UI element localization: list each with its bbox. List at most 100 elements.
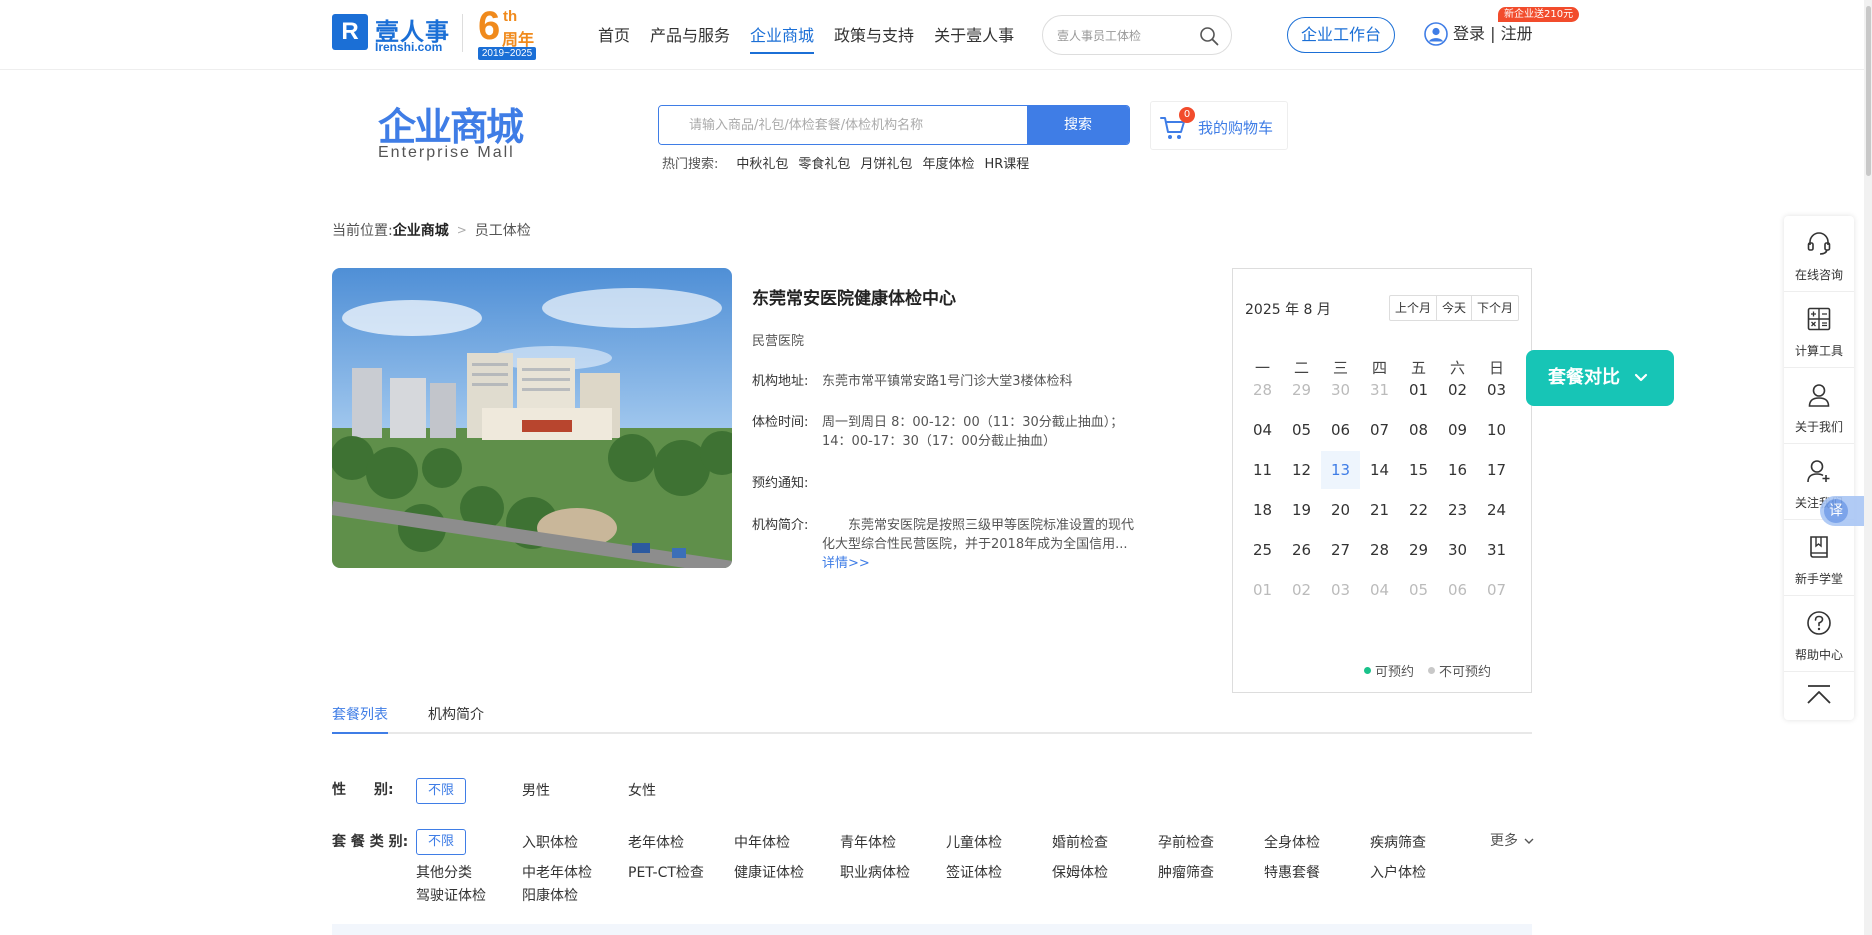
hot-search-item[interactable]: 年度体检 — [922, 156, 974, 174]
calendar-day[interactable]: 07 — [1477, 571, 1516, 609]
category-option[interactable]: 驾驶证体检 — [416, 885, 486, 905]
logo-mark[interactable]: R — [332, 14, 368, 50]
back-to-top-icon[interactable] — [1784, 672, 1854, 720]
category-option[interactable]: 中年体检 — [734, 832, 790, 852]
calendar-day[interactable]: 06 — [1438, 571, 1477, 609]
category-option[interactable]: 特惠套餐 — [1264, 862, 1320, 882]
calendar-day[interactable]: 12 — [1282, 451, 1321, 489]
translate-button[interactable]: 译 — [1820, 496, 1864, 526]
workbench-button[interactable]: 企业工作台 — [1287, 17, 1395, 53]
gender-option-any[interactable]: 不限 — [416, 778, 466, 804]
calendar-day[interactable]: 02 — [1438, 371, 1477, 409]
nav-item-mall[interactable]: 企业商城 — [750, 24, 815, 54]
gender-option-female[interactable]: 女性 — [628, 780, 656, 800]
calendar-day[interactable]: 05 — [1399, 571, 1438, 609]
nav-item-home[interactable]: 首页 — [598, 24, 630, 48]
calendar-day[interactable]: 17 — [1477, 451, 1516, 489]
category-option[interactable]: 青年体检 — [840, 832, 896, 852]
sidebar-item-about-us[interactable]: 关于我们 — [1784, 368, 1854, 444]
calendar-day[interactable]: 11 — [1243, 451, 1282, 489]
search-icon[interactable] — [1199, 26, 1219, 46]
calendar-day[interactable]: 02 — [1282, 571, 1321, 609]
nav-item-about[interactable]: 关于壹人事 — [934, 24, 1014, 48]
calendar-day[interactable]: 01 — [1399, 371, 1438, 409]
calendar-day[interactable]: 04 — [1243, 411, 1282, 449]
calendar-day[interactable]: 19 — [1282, 491, 1321, 529]
category-option[interactable]: 儿童体检 — [946, 832, 1002, 852]
login-register-link[interactable]: 登录 | 注册 — [1453, 22, 1533, 46]
calendar-day[interactable]: 01 — [1243, 571, 1282, 609]
calendar-day[interactable]: 24 — [1477, 491, 1516, 529]
calendar-day[interactable]: 05 — [1282, 411, 1321, 449]
calendar-day[interactable]: 23 — [1438, 491, 1477, 529]
category-option[interactable]: 健康证体检 — [734, 862, 804, 882]
sidebar-item-calculator[interactable]: 计算工具 — [1784, 292, 1854, 368]
calendar-day[interactable]: 30 — [1321, 371, 1360, 409]
calendar-day[interactable]: 03 — [1477, 371, 1516, 409]
hot-search-item[interactable]: 月饼礼包 — [860, 156, 912, 174]
category-option[interactable]: 保姆体检 — [1052, 862, 1108, 882]
scrollbar-thumb[interactable] — [1866, 6, 1871, 176]
calendar-day[interactable]: 18 — [1243, 491, 1282, 529]
tab-package-list[interactable]: 套餐列表 — [332, 704, 388, 734]
category-option[interactable]: 中老年体检 — [522, 862, 592, 882]
category-option[interactable]: 肿瘤筛查 — [1158, 862, 1214, 882]
category-option-any[interactable]: 不限 — [416, 829, 466, 855]
calendar-day[interactable]: 25 — [1243, 531, 1282, 569]
category-option[interactable]: 婚前检查 — [1052, 832, 1108, 852]
nav-item-products[interactable]: 产品与服务 — [650, 24, 730, 48]
calendar-day[interactable]: 29 — [1282, 371, 1321, 409]
category-option[interactable]: 疾病筛查 — [1370, 832, 1426, 852]
more-categories-button[interactable]: 更多 — [1490, 830, 1534, 850]
calendar-day[interactable]: 09 — [1438, 411, 1477, 449]
hot-search-item[interactable]: HR课程 — [984, 156, 1029, 174]
next-month-button[interactable]: 下个月 — [1470, 296, 1518, 320]
sidebar-item-online-consult[interactable]: 在线咨询 — [1784, 216, 1854, 292]
calendar-day[interactable]: 06 — [1321, 411, 1360, 449]
calendar-day[interactable]: 20 — [1321, 491, 1360, 529]
category-option[interactable]: 其他分类 — [416, 862, 472, 882]
sidebar-item-beginner-school[interactable]: 新手学堂 — [1784, 520, 1854, 596]
calendar-day[interactable]: 22 — [1399, 491, 1438, 529]
calendar-day[interactable]: 08 — [1399, 411, 1438, 449]
category-option[interactable]: 入职体检 — [522, 832, 578, 852]
calendar-day[interactable]: 30 — [1438, 531, 1477, 569]
category-option[interactable]: 老年体检 — [628, 832, 684, 852]
top-search-input[interactable] — [1057, 26, 1197, 46]
calendar-day[interactable]: 31 — [1477, 531, 1516, 569]
calendar-day[interactable]: 21 — [1360, 491, 1399, 529]
category-option[interactable]: 全身体检 — [1264, 832, 1320, 852]
calendar-day[interactable]: 13 — [1321, 451, 1360, 489]
calendar-day[interactable]: 28 — [1243, 371, 1282, 409]
category-option[interactable]: PET-CT检查 — [628, 862, 704, 882]
mall-search-button[interactable]: 搜索 — [1027, 106, 1129, 144]
calendar-day[interactable]: 16 — [1438, 451, 1477, 489]
calendar-day[interactable]: 03 — [1321, 571, 1360, 609]
hot-search-item[interactable]: 零食礼包 — [798, 156, 850, 174]
category-option[interactable]: 孕前检查 — [1158, 832, 1214, 852]
category-option[interactable]: 职业病体检 — [840, 862, 910, 882]
calendar-day[interactable]: 29 — [1399, 531, 1438, 569]
category-option[interactable]: 签证体检 — [946, 862, 1002, 882]
calendar-day[interactable]: 04 — [1360, 571, 1399, 609]
calendar-day[interactable]: 28 — [1360, 531, 1399, 569]
sidebar-item-help-center[interactable]: 帮助中心 — [1784, 596, 1854, 672]
calendar-day[interactable]: 10 — [1477, 411, 1516, 449]
calendar-day[interactable]: 15 — [1399, 451, 1438, 489]
cart-button[interactable]: 0 我的购物车 — [1150, 101, 1288, 150]
package-compare-button[interactable]: 套餐对比 — [1526, 350, 1674, 406]
calendar-day[interactable]: 31 — [1360, 371, 1399, 409]
nav-item-policy[interactable]: 政策与支持 — [834, 24, 914, 48]
today-button[interactable]: 今天 — [1435, 296, 1471, 320]
calendar-day[interactable]: 07 — [1360, 411, 1399, 449]
calendar-day[interactable]: 27 — [1321, 531, 1360, 569]
category-option[interactable]: 入户体检 — [1370, 862, 1426, 882]
breadcrumb-mall-link[interactable]: 企业商城 — [393, 220, 449, 240]
category-option[interactable]: 阳康体检 — [522, 885, 578, 905]
mall-search-input[interactable] — [659, 106, 1029, 144]
user-icon[interactable] — [1424, 22, 1448, 46]
hot-search-item[interactable]: 中秋礼包 — [736, 156, 788, 174]
tab-institution-intro[interactable]: 机构简介 — [428, 704, 484, 734]
intro-detail-link[interactable]: 详情>> — [822, 554, 1134, 573]
gender-option-male[interactable]: 男性 — [522, 780, 550, 800]
